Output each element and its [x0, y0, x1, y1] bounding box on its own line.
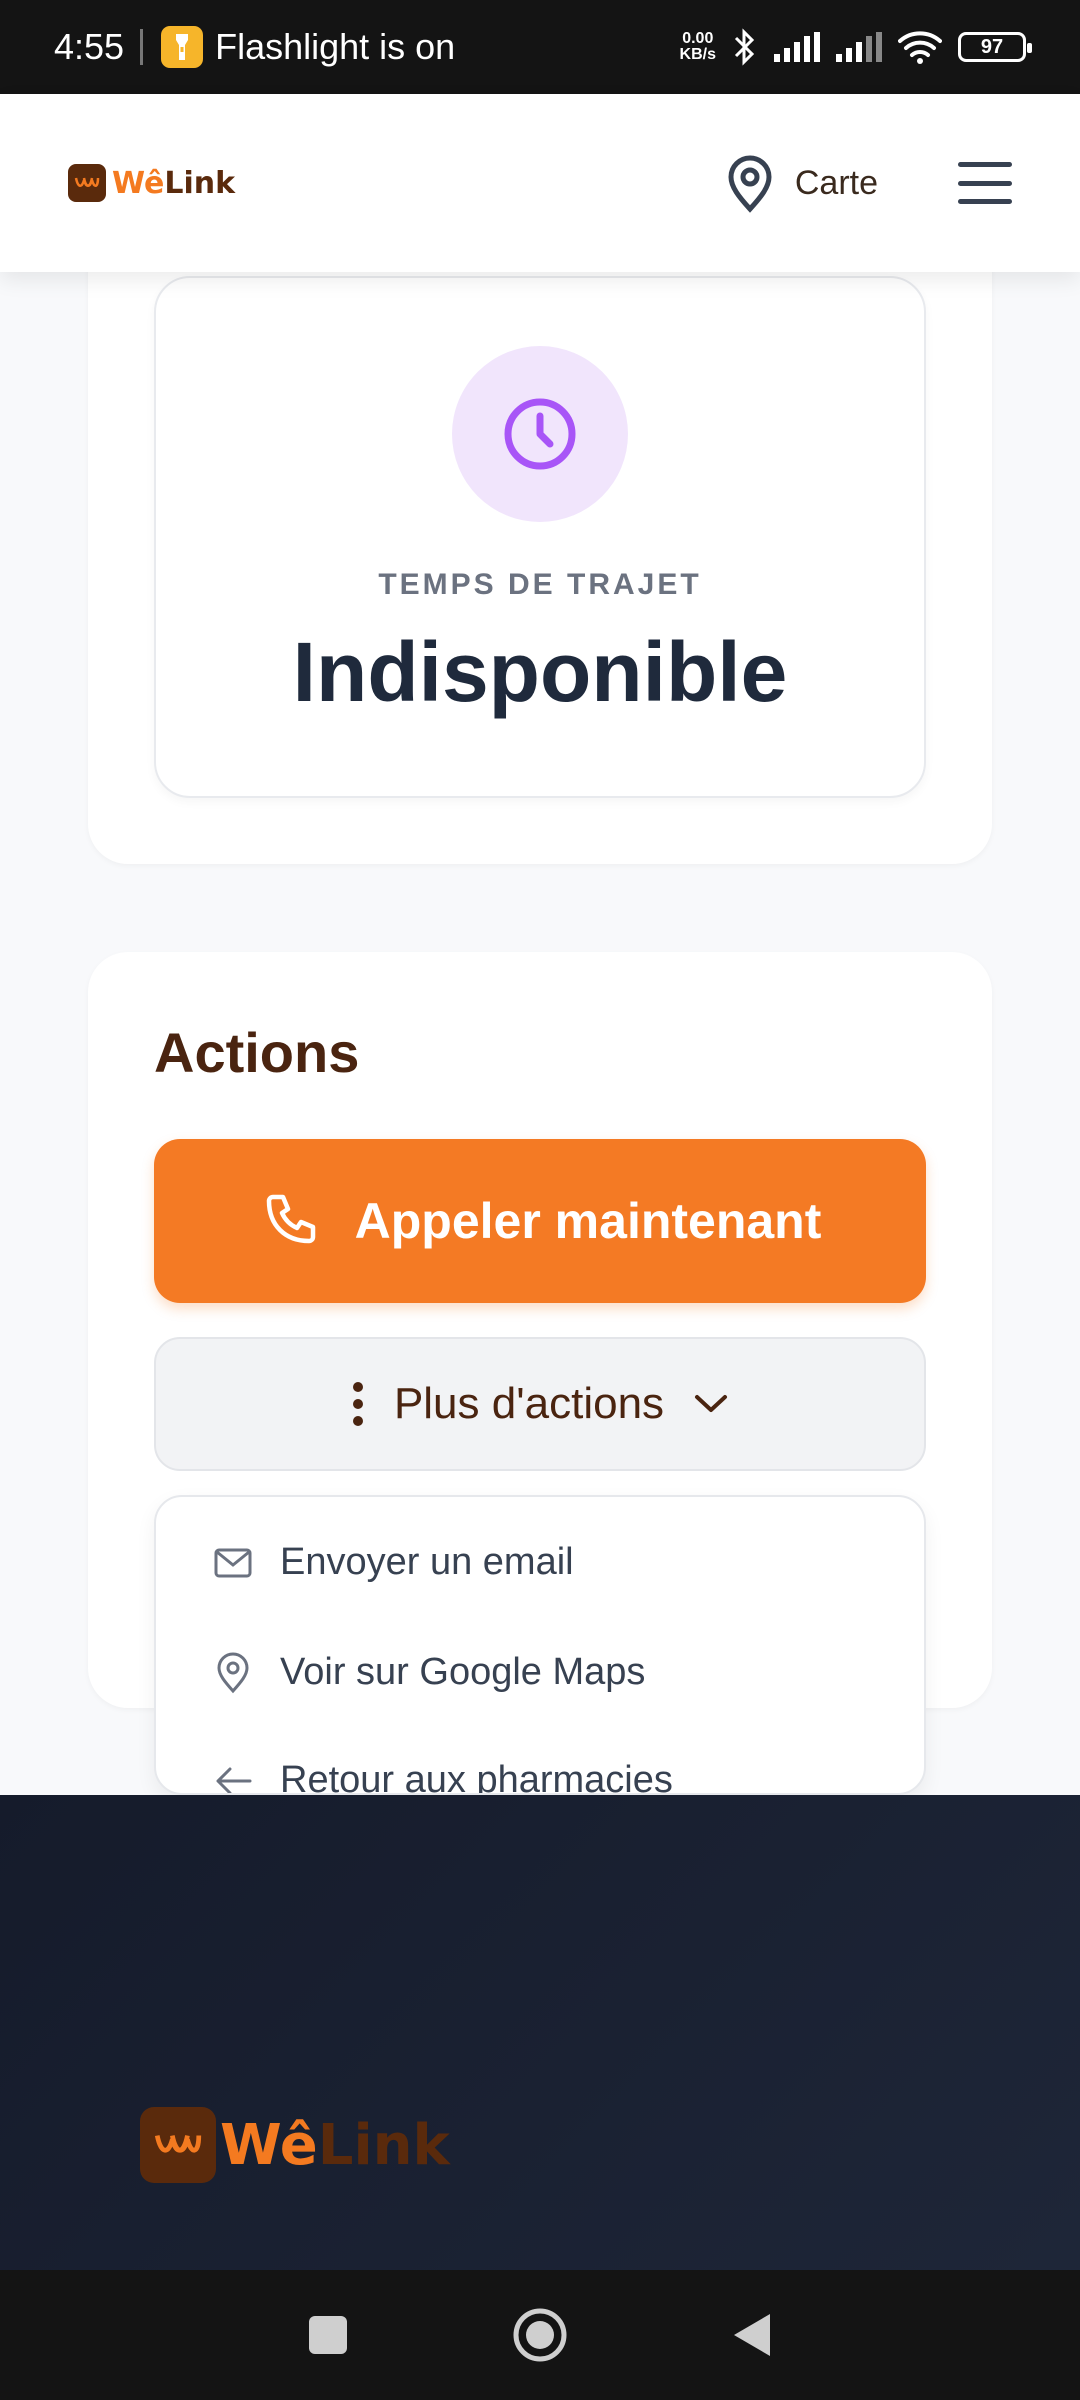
net-speed: 0.00 KB/s [679, 30, 716, 63]
map-pin-icon [728, 155, 772, 213]
menu-bar [958, 180, 1012, 186]
logo-mark-icon [68, 164, 106, 202]
actions-title: Actions [154, 1021, 360, 1084]
status-separator [140, 29, 144, 65]
status-time: 4:55 [54, 26, 125, 67]
status-bar: 4:55 Flashlight is on 0.00 KB/s 97 [0, 0, 1080, 94]
clock-icon [504, 398, 576, 470]
map-pin-icon [217, 1652, 249, 1693]
dropdown-item-label: Envoyer un email [280, 1541, 574, 1583]
signal-icon [774, 32, 820, 62]
footer: WêLink [0, 1795, 1080, 2270]
chevron-down-icon [695, 1395, 728, 1412]
status-notification: Flashlight is on [215, 26, 456, 67]
clock-badge [452, 346, 628, 522]
home-icon[interactable] [512, 2307, 568, 2363]
call-now-label: Appeler maintenant [354, 1193, 822, 1249]
back-icon[interactable] [732, 2312, 772, 2358]
mail-icon [214, 1548, 252, 1577]
dropdown-item-label: Retour aux pharmacies [280, 1759, 673, 1795]
more-actions-label: Plus d'actions [393, 1379, 665, 1428]
travel-time-card: TEMPS DE TRAJET Indisponible [154, 276, 926, 798]
more-vertical-icon [352, 1382, 363, 1426]
map-link-label: Carte [794, 163, 878, 202]
footer-logo[interactable]: WêLink [140, 2107, 450, 2183]
travel-time-label: TEMPS DE TRAJET [378, 568, 702, 601]
phone-icon [266, 1194, 315, 1244]
logo[interactable]: WêLink [68, 164, 235, 202]
recents-icon[interactable] [308, 2315, 348, 2355]
call-now-button[interactable]: Appeler maintenant [154, 1139, 926, 1303]
signal-icon-2 [836, 32, 882, 62]
system-nav-bar [0, 2270, 1080, 2400]
flashlight-icon [161, 26, 204, 68]
menu-bar [958, 162, 1012, 167]
bluetooth-icon [734, 28, 755, 66]
more-actions-button[interactable]: Plus d'actions [154, 1337, 926, 1471]
menu-bar [958, 199, 1012, 204]
more-actions-dropdown: Envoyer un email Voir sur Google Maps Re… [154, 1495, 926, 1795]
arrow-left-icon [216, 1767, 252, 1793]
dropdown-item-label: Voir sur Google Maps [280, 1651, 646, 1693]
dropdown-item-email[interactable]: Envoyer un email [214, 1541, 574, 1584]
logo-mark-icon [140, 2107, 216, 2183]
travel-time-value: Indisponible [292, 625, 788, 719]
dropdown-item-google-maps[interactable]: Voir sur Google Maps [214, 1651, 645, 1694]
battery-icon: 97 [958, 32, 1032, 62]
menu-button[interactable] [958, 162, 1012, 204]
map-link[interactable]: Carte [725, 153, 878, 213]
dropdown-item-back[interactable]: Retour aux pharmacies [214, 1759, 673, 1795]
wifi-icon [898, 31, 942, 64]
app-header: WêLink Carte [0, 94, 1080, 272]
